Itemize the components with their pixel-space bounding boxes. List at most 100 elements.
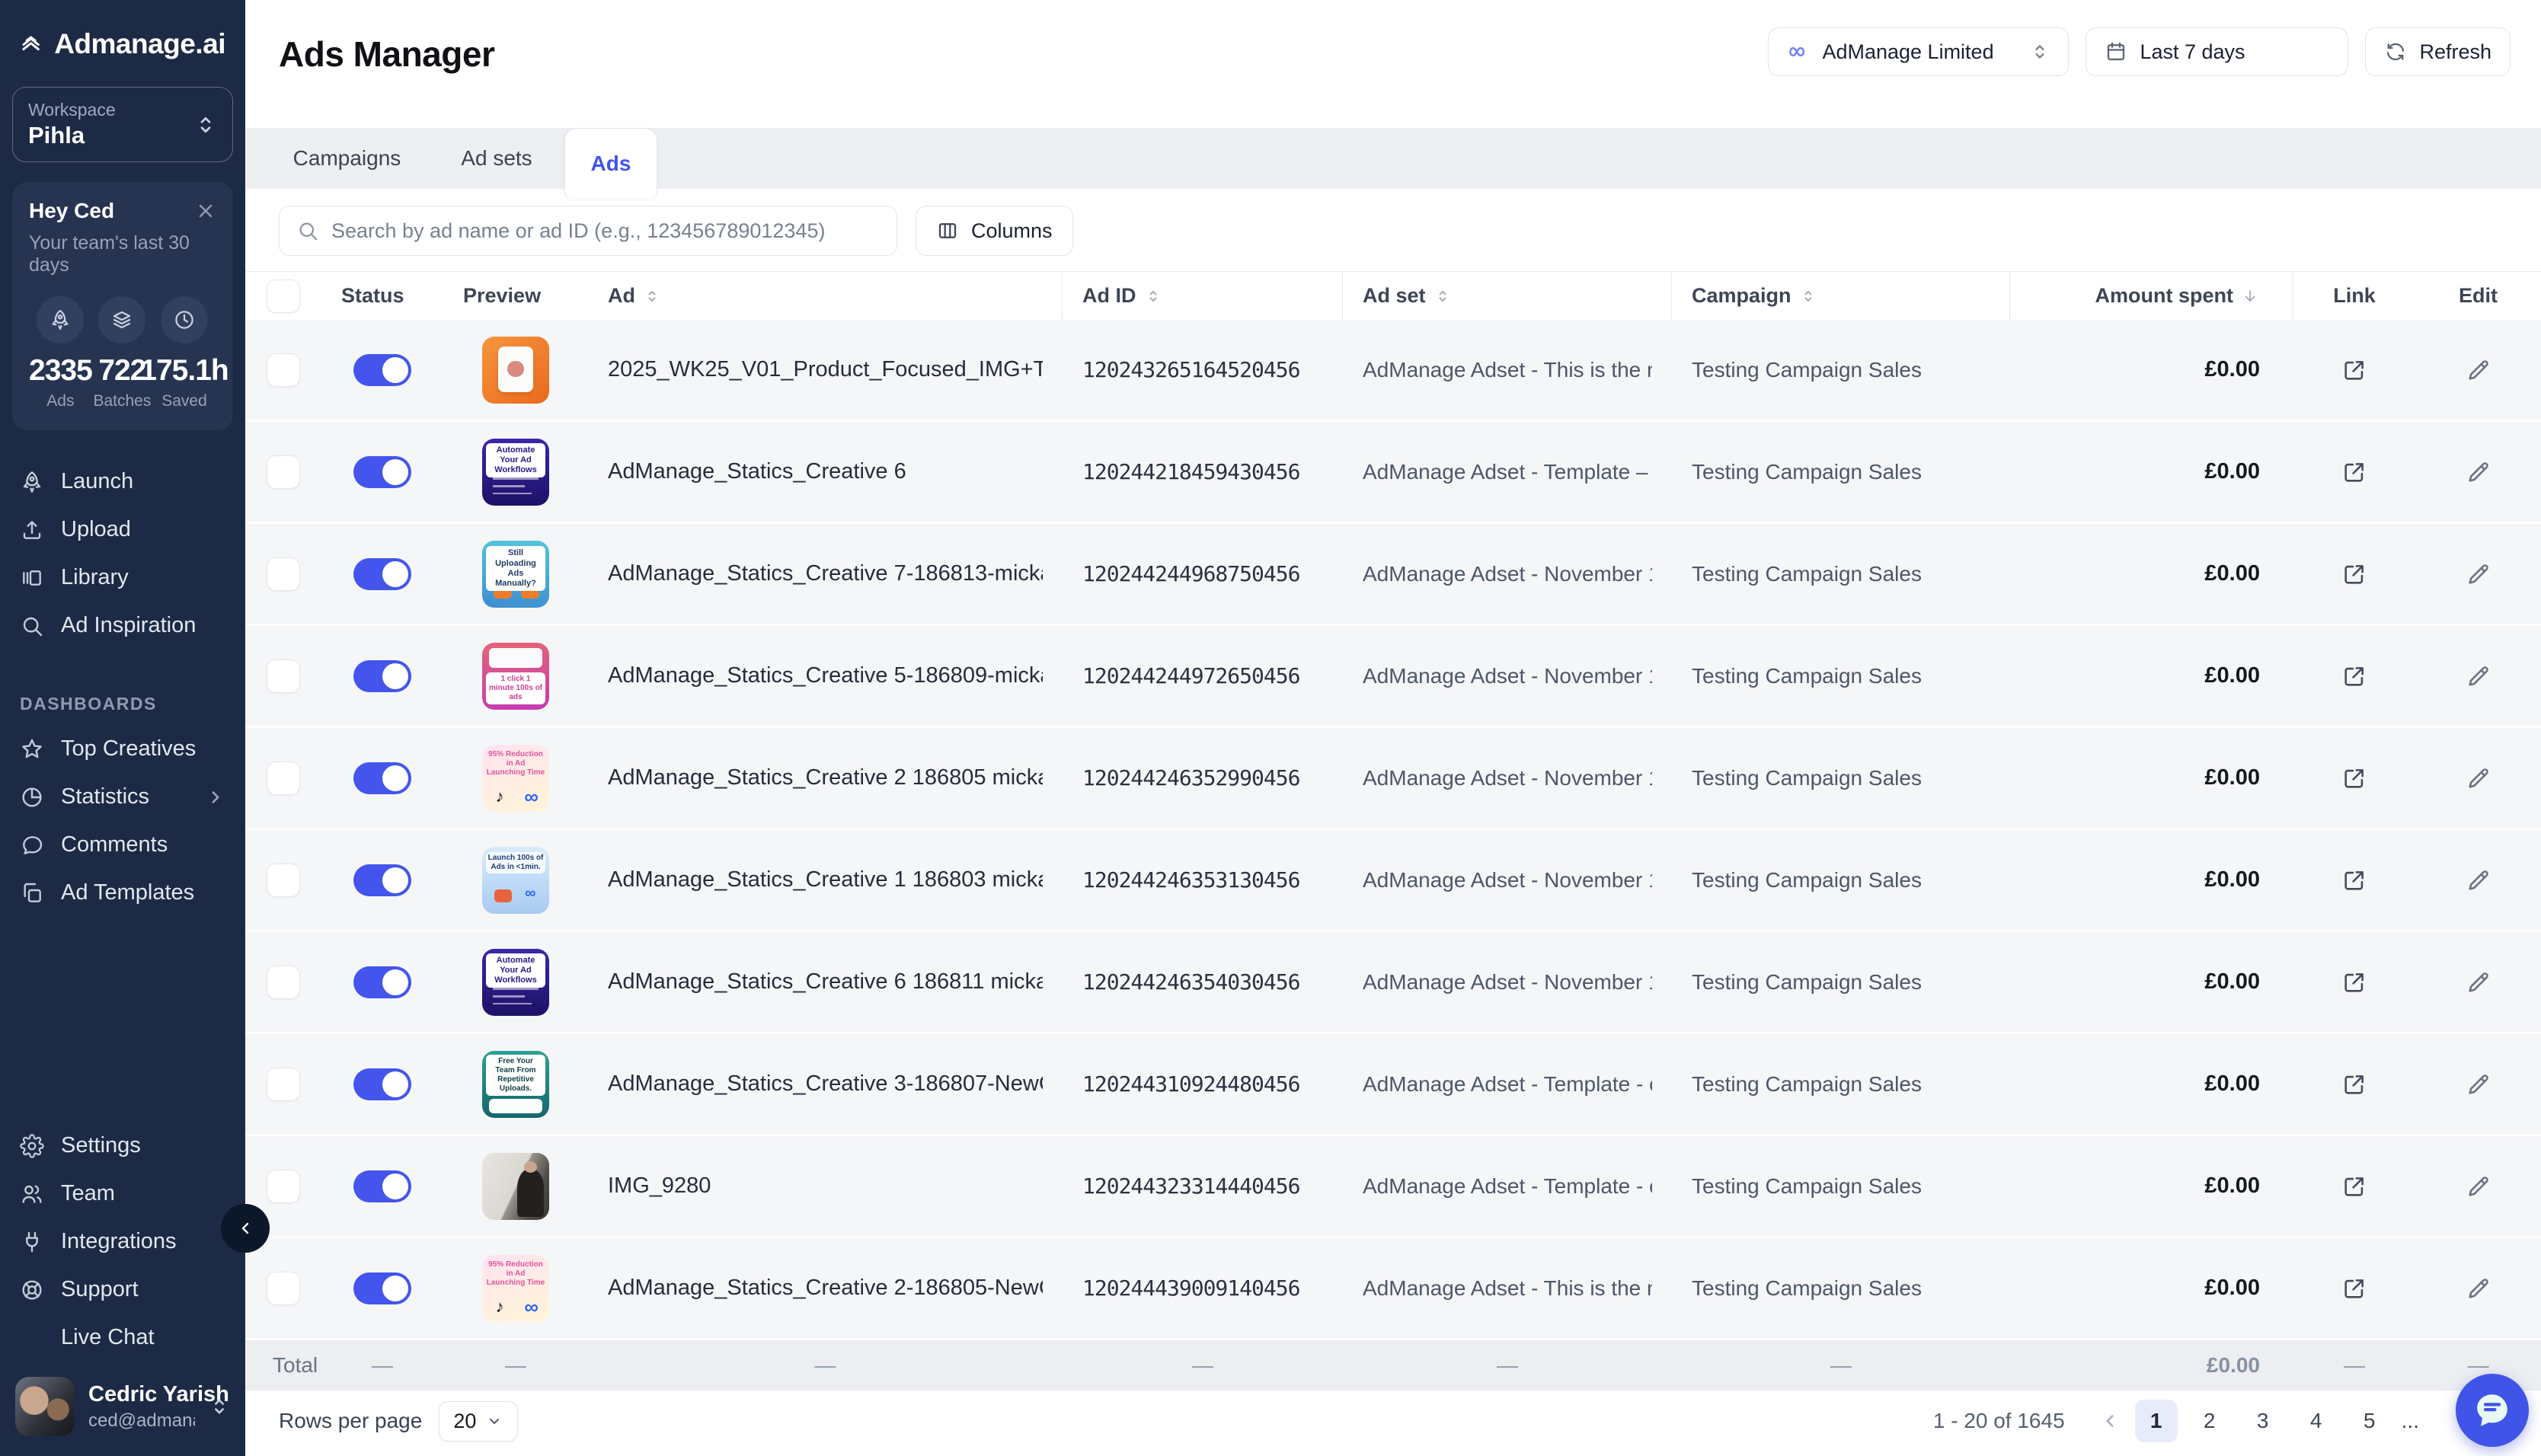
- status-toggle[interactable]: [353, 660, 411, 692]
- rows-per-page-select[interactable]: 20: [439, 1401, 518, 1442]
- open-link-button[interactable]: [2341, 969, 2367, 995]
- ad-name[interactable]: AdManage_Statics_Creative 2 186805 micka…: [608, 765, 1043, 790]
- status-toggle[interactable]: [353, 558, 411, 590]
- edit-ad-button[interactable]: [2466, 867, 2491, 893]
- previous-page-button[interactable]: [2095, 1407, 2124, 1435]
- column-header-status[interactable]: Status: [321, 272, 443, 320]
- ad-preview-thumbnail[interactable]: [482, 1153, 549, 1220]
- sidebar-item-ad-inspiration[interactable]: Ad Inspiration: [0, 602, 245, 650]
- open-link-button[interactable]: [2341, 1173, 2367, 1199]
- ad-name[interactable]: AdManage_Statics_Creative 5-186809-micka…: [608, 663, 1043, 688]
- ad-preview-thumbnail[interactable]: 1 click 1 minute 100s of ads: [482, 643, 549, 710]
- search-input[interactable]: [331, 219, 880, 243]
- column-header-campaign[interactable]: Campaign: [1672, 272, 2010, 320]
- row-checkbox[interactable]: [267, 659, 300, 693]
- open-link-button[interactable]: [2341, 765, 2367, 791]
- ad-account-selector[interactable]: AdManage Limited: [1768, 27, 2069, 76]
- status-toggle[interactable]: [353, 456, 411, 488]
- ad-preview-thumbnail[interactable]: 95% Reduction in Ad Launching Time: [482, 1255, 549, 1322]
- refresh-button[interactable]: Refresh: [2365, 27, 2511, 76]
- open-link-button[interactable]: [2341, 867, 2367, 893]
- page-button-3[interactable]: 3: [2242, 1400, 2284, 1442]
- edit-ad-button[interactable]: [2466, 765, 2491, 791]
- row-checkbox[interactable]: [267, 1272, 300, 1305]
- row-checkbox[interactable]: [267, 455, 300, 489]
- page-button-5[interactable]: 5: [2348, 1400, 2391, 1442]
- row-checkbox[interactable]: [267, 557, 300, 591]
- sidebar-item-ad-templates[interactable]: Ad Templates: [0, 869, 245, 917]
- ad-name[interactable]: AdManage_Statics_Creative 7-186813-micka…: [608, 561, 1043, 586]
- sidebar-item-integrations[interactable]: Integrations: [0, 1218, 245, 1266]
- live-chat-fab[interactable]: [2456, 1374, 2529, 1447]
- status-toggle[interactable]: [353, 762, 411, 794]
- edit-ad-button[interactable]: [2466, 1071, 2491, 1097]
- row-checkbox[interactable]: [267, 966, 300, 999]
- ad-name[interactable]: AdManage_Statics_Creative 2-186805-NewCr…: [608, 1276, 1043, 1301]
- ad-preview-thumbnail[interactable]: Automate Your Ad Workflows: [482, 439, 549, 506]
- row-checkbox[interactable]: [267, 1170, 300, 1203]
- ad-name[interactable]: IMG_9280: [608, 1173, 711, 1199]
- ad-name[interactable]: AdManage_Statics_Creative 6: [608, 459, 906, 484]
- tab-ads[interactable]: Ads: [564, 128, 657, 198]
- sidebar-item-statistics[interactable]: Statistics: [0, 773, 245, 821]
- column-header-preview[interactable]: Preview: [443, 272, 588, 320]
- status-toggle[interactable]: [353, 864, 411, 896]
- open-link-button[interactable]: [2341, 1071, 2367, 1097]
- columns-button[interactable]: Columns: [916, 206, 1073, 256]
- edit-ad-button[interactable]: [2466, 1173, 2491, 1199]
- sidebar-item-upload[interactable]: Upload: [0, 506, 245, 554]
- open-link-button[interactable]: [2341, 357, 2367, 383]
- edit-ad-button[interactable]: [2466, 459, 2491, 485]
- sidebar-item-settings[interactable]: Settings: [0, 1122, 245, 1170]
- brand[interactable]: Admanage.ai: [0, 0, 245, 84]
- column-header-ad-id[interactable]: Ad ID: [1063, 272, 1343, 320]
- status-toggle[interactable]: [353, 354, 411, 386]
- ad-name[interactable]: AdManage_Statics_Creative 3-186807-NewCr…: [608, 1071, 1043, 1097]
- ad-preview-thumbnail[interactable]: Still Uploading Ads Manually?: [482, 541, 549, 608]
- row-checkbox[interactable]: [267, 762, 300, 795]
- date-range-selector[interactable]: Last 7 days: [2086, 27, 2348, 76]
- row-checkbox[interactable]: [267, 353, 300, 387]
- sidebar-item-comments[interactable]: Comments: [0, 821, 245, 869]
- edit-ad-button[interactable]: [2466, 357, 2491, 383]
- edit-ad-button[interactable]: [2466, 1276, 2491, 1301]
- status-toggle[interactable]: [353, 1272, 411, 1304]
- tab-ad-sets[interactable]: Ad sets: [429, 128, 564, 189]
- sidebar-item-top-creatives[interactable]: Top Creatives: [0, 725, 245, 773]
- page-button-4[interactable]: 4: [2295, 1400, 2338, 1442]
- page-button-1[interactable]: 1: [2135, 1400, 2178, 1442]
- ad-preview-thumbnail[interactable]: Automate Your Ad Workflows: [482, 949, 549, 1016]
- status-toggle[interactable]: [353, 1068, 411, 1100]
- edit-ad-button[interactable]: [2466, 663, 2491, 689]
- row-checkbox[interactable]: [267, 864, 300, 897]
- sidebar-item-library[interactable]: Library: [0, 554, 245, 602]
- status-toggle[interactable]: [353, 966, 411, 998]
- ad-preview-thumbnail[interactable]: 95% Reduction in Ad Launching Time: [482, 745, 549, 812]
- ad-name[interactable]: AdManage_Statics_Creative 6 186811 micka…: [608, 969, 1043, 995]
- ad-preview-thumbnail[interactable]: Free Your Team From Repetitive Uploads.: [482, 1051, 549, 1118]
- edit-ad-button[interactable]: [2466, 561, 2491, 587]
- tab-campaigns[interactable]: Campaigns: [265, 128, 429, 189]
- column-header-ad-set[interactable]: Ad set: [1343, 272, 1672, 320]
- sidebar-collapse-button[interactable]: [221, 1204, 270, 1253]
- open-link-button[interactable]: [2341, 459, 2367, 485]
- open-link-button[interactable]: [2341, 561, 2367, 587]
- open-link-button[interactable]: [2341, 1276, 2367, 1301]
- row-checkbox[interactable]: [267, 1068, 300, 1101]
- sidebar-item-live-chat[interactable]: Live Chat: [0, 1314, 245, 1362]
- workspace-selector[interactable]: Workspace Pihla: [12, 87, 233, 162]
- status-toggle[interactable]: [353, 1170, 411, 1202]
- page-button-2[interactable]: 2: [2188, 1400, 2231, 1442]
- ad-preview-thumbnail[interactable]: Launch 100s of Ads in <1min.: [482, 847, 549, 914]
- sidebar-item-support[interactable]: Support: [0, 1266, 245, 1314]
- column-header-amount-spent[interactable]: Amount spent: [2010, 272, 2293, 320]
- edit-ad-button[interactable]: [2466, 969, 2491, 995]
- column-header-ad[interactable]: Ad: [588, 272, 1063, 320]
- user-menu[interactable]: Cedric Yarish ced@admanag...: [15, 1377, 230, 1436]
- sidebar-item-team[interactable]: Team: [0, 1170, 245, 1218]
- sidebar-item-launch[interactable]: Launch: [0, 458, 245, 506]
- close-icon[interactable]: [195, 200, 216, 222]
- select-all-checkbox[interactable]: [267, 279, 300, 313]
- open-link-button[interactable]: [2341, 663, 2367, 689]
- ad-preview-thumbnail[interactable]: [482, 337, 549, 404]
